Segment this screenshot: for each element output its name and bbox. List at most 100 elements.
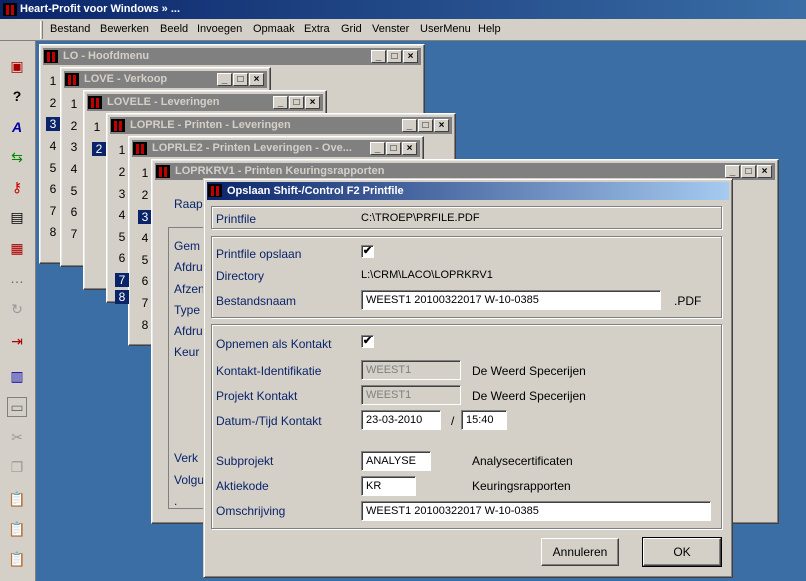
menu-bewerken[interactable]: Bewerken (100, 23, 149, 35)
contact-checkbox[interactable]: ✔ (361, 335, 374, 348)
cancel-button[interactable]: Annuleren (541, 538, 619, 566)
minimize-icon[interactable]: _ (370, 142, 385, 155)
printer-icon[interactable]: ▤ (7, 207, 27, 227)
loprle2-row[interactable]: 1 (138, 166, 152, 180)
love-row[interactable]: 2 (67, 119, 81, 133)
description-input[interactable]: WEEST1 20100322017 W-10-0385 (361, 501, 711, 521)
minimize-icon[interactable]: _ (402, 119, 417, 132)
loprle2-row[interactable]: 5 (138, 253, 152, 267)
move-icon[interactable]: ⇆ (7, 147, 27, 167)
window-logo-icon (65, 73, 79, 86)
dialog-titlebar[interactable]: Opslaan Shift-/Control F2 Printfile (207, 182, 729, 200)
love-row[interactable]: 1 (67, 97, 81, 111)
window-lo-title: LO - Hoofdmenu (63, 50, 150, 62)
key-icon[interactable]: ⚷ (7, 177, 27, 197)
dots-icon[interactable]: … (7, 268, 27, 288)
lo-row[interactable]: 8 (46, 225, 60, 239)
loprle2-row[interactable]: 6 (138, 274, 152, 288)
window-lo-titlebar[interactable]: LO - Hoofdmenu _ □ × (43, 48, 421, 65)
maximize-icon[interactable]: □ (233, 73, 248, 86)
paste-icon[interactable]: 📋 (7, 489, 27, 509)
app-titlebar[interactable]: Heart-Profit voor Windows » ... (0, 0, 806, 19)
menu-beeld[interactable]: Beeld (160, 23, 188, 35)
minimize-icon[interactable]: _ (273, 96, 288, 109)
window-lovele-titlebar[interactable]: LOVELE - Leveringen _ □ × (87, 94, 323, 111)
menu-usermenu[interactable]: UserMenu (420, 23, 471, 35)
menu-venster[interactable]: Venster (372, 23, 409, 35)
close-icon[interactable]: × (403, 50, 418, 63)
loprle-row[interactable]: 6 (115, 251, 129, 265)
menu-extra[interactable]: Extra (304, 23, 330, 35)
time-input[interactable]: 15:40 (461, 410, 507, 430)
maximize-icon[interactable]: □ (289, 96, 304, 109)
save-checkbox[interactable]: ✔ (361, 245, 374, 258)
minimize-icon[interactable]: _ (371, 50, 386, 63)
lo-row[interactable]: 2 (46, 96, 60, 110)
lo-row[interactable]: 3 (46, 117, 60, 131)
menu-grid[interactable]: Grid (341, 23, 362, 35)
window-loprle-titlebar[interactable]: LOPRLE - Printen - Leveringen _ □ × (110, 117, 452, 134)
close-icon[interactable]: × (757, 165, 772, 178)
close-icon[interactable]: × (402, 142, 417, 155)
close-icon[interactable]: × (249, 73, 264, 86)
loprle-row[interactable]: 4 (115, 208, 129, 222)
loprle-row[interactable]: 1 (115, 143, 129, 157)
close-icon[interactable]: × (305, 96, 320, 109)
bg-label: Type (174, 303, 201, 317)
ok-button[interactable]: OK (642, 537, 722, 567)
loprle2-row[interactable]: 3 (138, 210, 152, 224)
exit-icon[interactable]: ⇥ (7, 331, 27, 351)
help-icon[interactable]: ? (7, 86, 27, 106)
lo-row[interactable]: 7 (46, 204, 60, 218)
lovele-row[interactable]: 2 (92, 142, 106, 156)
loprle-row[interactable]: 5 (115, 230, 129, 244)
date-input[interactable]: 23-03-2010 (361, 410, 441, 430)
loprle-row[interactable]: 3 (115, 187, 129, 201)
maximize-icon[interactable]: □ (418, 119, 433, 132)
maximize-icon[interactable]: □ (386, 142, 401, 155)
window-icon[interactable]: ▦ (7, 238, 27, 258)
loprle-row[interactable]: 2 (115, 165, 129, 179)
window-love-titlebar[interactable]: LOVE - Verkoop _ □ × (64, 71, 267, 88)
menu-help[interactable]: Help (478, 23, 501, 35)
lo-row[interactable]: 5 (46, 161, 60, 175)
loprle2-row[interactable]: 4 (138, 231, 152, 245)
copy-icon[interactable]: ❐ (7, 457, 27, 477)
action-input[interactable]: KR (361, 476, 416, 496)
chart-icon[interactable]: ▥ (7, 366, 27, 386)
calendar-icon[interactable]: ▣ (7, 56, 27, 76)
menu-invoegen[interactable]: Invoegen (197, 23, 242, 35)
lo-row[interactable]: 4 (46, 139, 60, 153)
printfile-value: C:\TROEP\PRFILE.PDF (361, 212, 480, 224)
font-icon[interactable]: A (7, 117, 27, 137)
love-row[interactable]: 4 (67, 162, 81, 176)
filename-input[interactable]: WEEST1 20100322017 W-10-0385 (361, 290, 661, 310)
lo-row[interactable]: 6 (46, 182, 60, 196)
lo-row[interactable]: 1 (46, 74, 60, 88)
refresh-icon[interactable]: ↻ (7, 299, 27, 319)
close-icon[interactable]: × (434, 119, 449, 132)
subproject-input[interactable]: ANALYSE (361, 451, 431, 471)
love-row[interactable]: 3 (67, 140, 81, 154)
menu-bestand[interactable]: Bestand (50, 23, 90, 35)
frame-icon[interactable]: ▭ (7, 397, 27, 417)
love-row[interactable]: 7 (67, 227, 81, 241)
loprle2-row[interactable]: 7 (138, 296, 152, 310)
scissors-icon[interactable]: ✂ (7, 427, 27, 447)
loprle-row[interactable]: 8 (115, 290, 129, 304)
maximize-icon[interactable]: □ (387, 50, 402, 63)
love-row[interactable]: 6 (67, 205, 81, 219)
paste-special-icon[interactable]: 📋 (7, 519, 27, 539)
maximize-icon[interactable]: □ (741, 165, 756, 178)
lovele-row[interactable]: 1 (90, 120, 104, 134)
save-printfile-dialog[interactable]: Opslaan Shift-/Control F2 Printfile Prin… (203, 178, 733, 578)
minimize-icon[interactable]: _ (217, 73, 232, 86)
menu-opmaak[interactable]: Opmaak (253, 23, 295, 35)
loprle2-row[interactable]: 8 (138, 318, 152, 332)
love-row[interactable]: 5 (67, 184, 81, 198)
window-loprle2-titlebar[interactable]: LOPRLE2 - Printen Leveringen - Ove... _ … (132, 140, 420, 157)
minimize-icon[interactable]: _ (725, 165, 740, 178)
loprle-row[interactable]: 7 (115, 273, 129, 287)
loprle2-row[interactable]: 2 (138, 188, 152, 202)
paste-link-icon[interactable]: 📋 (7, 549, 27, 569)
